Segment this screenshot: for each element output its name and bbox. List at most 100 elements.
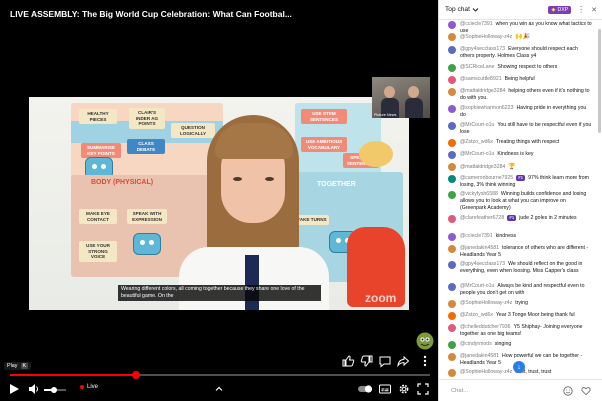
chat-message[interactable]: @mattaldridge3284 helping others even if … [448,88,593,102]
like-icon[interactable] [341,354,355,368]
chat-message[interactable]: @samscuttle8921 Being helpful [448,76,593,84]
dislike-icon[interactable] [360,354,374,368]
video-player[interactable]: LIVE ASSEMBLY: The Big World Cup Celebra… [0,0,438,401]
chat-message[interactable]: @chelleddutcher7936 Y5 Shiphay- Joining e… [448,324,593,338]
avatar[interactable] [448,233,456,241]
avatar[interactable] [448,88,456,96]
chevron-up-icon[interactable] [212,382,226,396]
avatar[interactable] [448,215,456,223]
subtitles-icon[interactable] [378,382,392,396]
chat-message[interactable]: @sophiewharmon6223 Having pride in everyt… [448,105,593,119]
chat-message[interactable]: @MrCourt-o1u Always be kind and respectfu… [448,283,593,297]
chat-mode-dropdown[interactable]: Top chat [445,6,479,13]
scrollbar-thumb[interactable] [598,29,601,133]
avatar[interactable] [448,341,456,349]
avatar[interactable] [448,175,456,183]
emoji-icon[interactable] [563,386,573,396]
chat-author[interactable]: @samscuttle8921 [460,76,502,82]
avatar[interactable] [448,139,456,147]
chat-author[interactable]: @mattaldridge3284 [460,164,505,170]
seek-handle[interactable] [132,371,140,379]
volume-handle[interactable] [50,387,57,393]
avatar[interactable] [448,312,456,320]
chat-author[interactable]: @gpy4secclass173 [460,46,505,52]
chat-author[interactable]: @MrCourt-o1u [460,122,494,128]
volume-slider[interactable] [44,387,66,393]
avatar[interactable] [448,105,456,113]
chat-author[interactable]: @mattaldridge3284 [460,88,505,94]
volume-icon[interactable] [27,382,41,396]
chat-message[interactable]: @gpy4secclass173 We should reflect on the… [448,261,593,275]
chat-message[interactable]: @SophieHolloway-z4z 🙌🎉 [448,33,593,41]
fullscreen-icon[interactable] [416,382,430,396]
chat-message[interactable]: @Zstzo_wd6x Year 3 Tonge Moor being thank… [448,312,593,320]
chat-scrollbar[interactable] [597,21,601,379]
avatar[interactable] [448,122,456,130]
more-options-icon[interactable] [418,354,432,368]
heart-icon[interactable] [581,386,591,396]
chat-menu-icon[interactable]: ⋮ [577,5,585,14]
chat-author[interactable]: @SophieHolloway-z4z [460,369,512,375]
chat-input[interactable] [451,385,551,397]
chat-author[interactable]: @cciecle7391 [460,21,493,27]
avatar[interactable] [448,191,456,199]
avatar[interactable] [448,283,456,291]
seek-bar[interactable] [10,371,430,379]
chat-badge[interactable]: ◆ DXP [548,5,572,14]
chat-message[interactable]: @vickyfysh6588 Winning builds confidence … [448,191,593,212]
comment-icon[interactable] [378,354,392,368]
autoplay-toggle-icon[interactable] [357,382,373,396]
avatar[interactable] [448,33,456,41]
chat-author[interactable]: @MrCourt-o1u [460,151,494,157]
chat-author[interactable]: @SophieHolloway-z4z [460,34,512,40]
chat-message[interactable]: @MrCourt-o1u Kindness is key [448,151,593,159]
avatar[interactable] [448,151,456,159]
avatar[interactable] [448,21,456,29]
chat-message[interactable]: @cciecle7391 kindness [448,233,593,241]
settings-gear-icon[interactable] [397,382,411,396]
play-icon[interactable] [7,382,21,396]
close-icon[interactable]: ✕ [591,6,597,14]
chat-author[interactable]: @cciecle7391 [460,233,493,239]
chat-author[interactable]: @janedakin4581 [460,353,499,359]
chat-author[interactable]: @cindyrmods [460,341,492,347]
chat-message[interactable]: @cindyrmods singing [448,341,593,349]
chat-message[interactable]: @janedakin4581 tolerance of others who ar… [448,245,593,259]
chat-author[interactable]: @chelleddutcher7936 [460,324,511,330]
avatar[interactable] [448,76,456,84]
avatar[interactable] [448,324,456,332]
live-indicator[interactable]: Live [80,384,98,390]
chat-author[interactable]: @gpy4secclass173 [460,261,505,267]
chat-message[interactable]: @SophieHolloway-z4z trying [448,300,593,308]
avatar[interactable] [448,261,456,269]
chat-message[interactable]: @gpy4secclass173 Everyone should respect … [448,46,593,60]
avatar[interactable] [448,64,456,72]
avatar[interactable] [448,300,456,308]
chat-author[interactable]: @sophiewharmon6223 [460,105,513,111]
avatar[interactable] [448,245,456,253]
chat-author[interactable]: @cameronbourne7925 [460,175,513,181]
chat-author[interactable]: @SophieHolloway-z4z [460,300,512,306]
chat-author[interactable]: @vickyfysh6588 [460,191,498,197]
avatar[interactable] [448,46,456,54]
chat-message[interactable]: @mattaldridge3284 🏆 [448,163,593,171]
chat-author[interactable]: @Zstzo_wd6x [460,139,493,145]
chat-message[interactable]: @MrCourt-o1u You still have to be respect… [448,122,593,136]
chat-message[interactable]: @Zstzo_wd6x Treating things with respect [448,139,593,147]
scroll-to-bottom-button[interactable]: ↓ [513,361,525,373]
avatar[interactable] [448,163,456,171]
avatar[interactable] [448,353,456,361]
chat-message-content: @SophieHolloway-z4z 🙌🎉 [448,33,593,41]
chat-author[interactable]: @MrCourt-o1u [460,283,494,289]
share-icon[interactable] [396,354,410,368]
chat-author[interactable]: @SCRiceLane [460,64,494,70]
chat-message[interactable]: @clarefeather6728 #1 jude 2 goles in 2 min… [448,215,593,223]
chat-message[interactable]: @cameronbourne7925 #1 97% think learn more… [448,175,593,189]
avatar[interactable] [448,369,456,377]
video-frame[interactable]: HEALTHY PIECES CLAIR'S INDER AG POINTS Q… [29,97,409,310]
channel-avatar-icon[interactable] [416,332,434,350]
chat-author[interactable]: @Zstzo_wd6x [460,312,493,318]
chat-author[interactable]: @clarefeather6728 [460,215,504,221]
chat-author[interactable]: @janedakin4581 [460,245,499,251]
chat-message[interactable]: @SCRiceLane Showing respect to others [448,64,593,72]
